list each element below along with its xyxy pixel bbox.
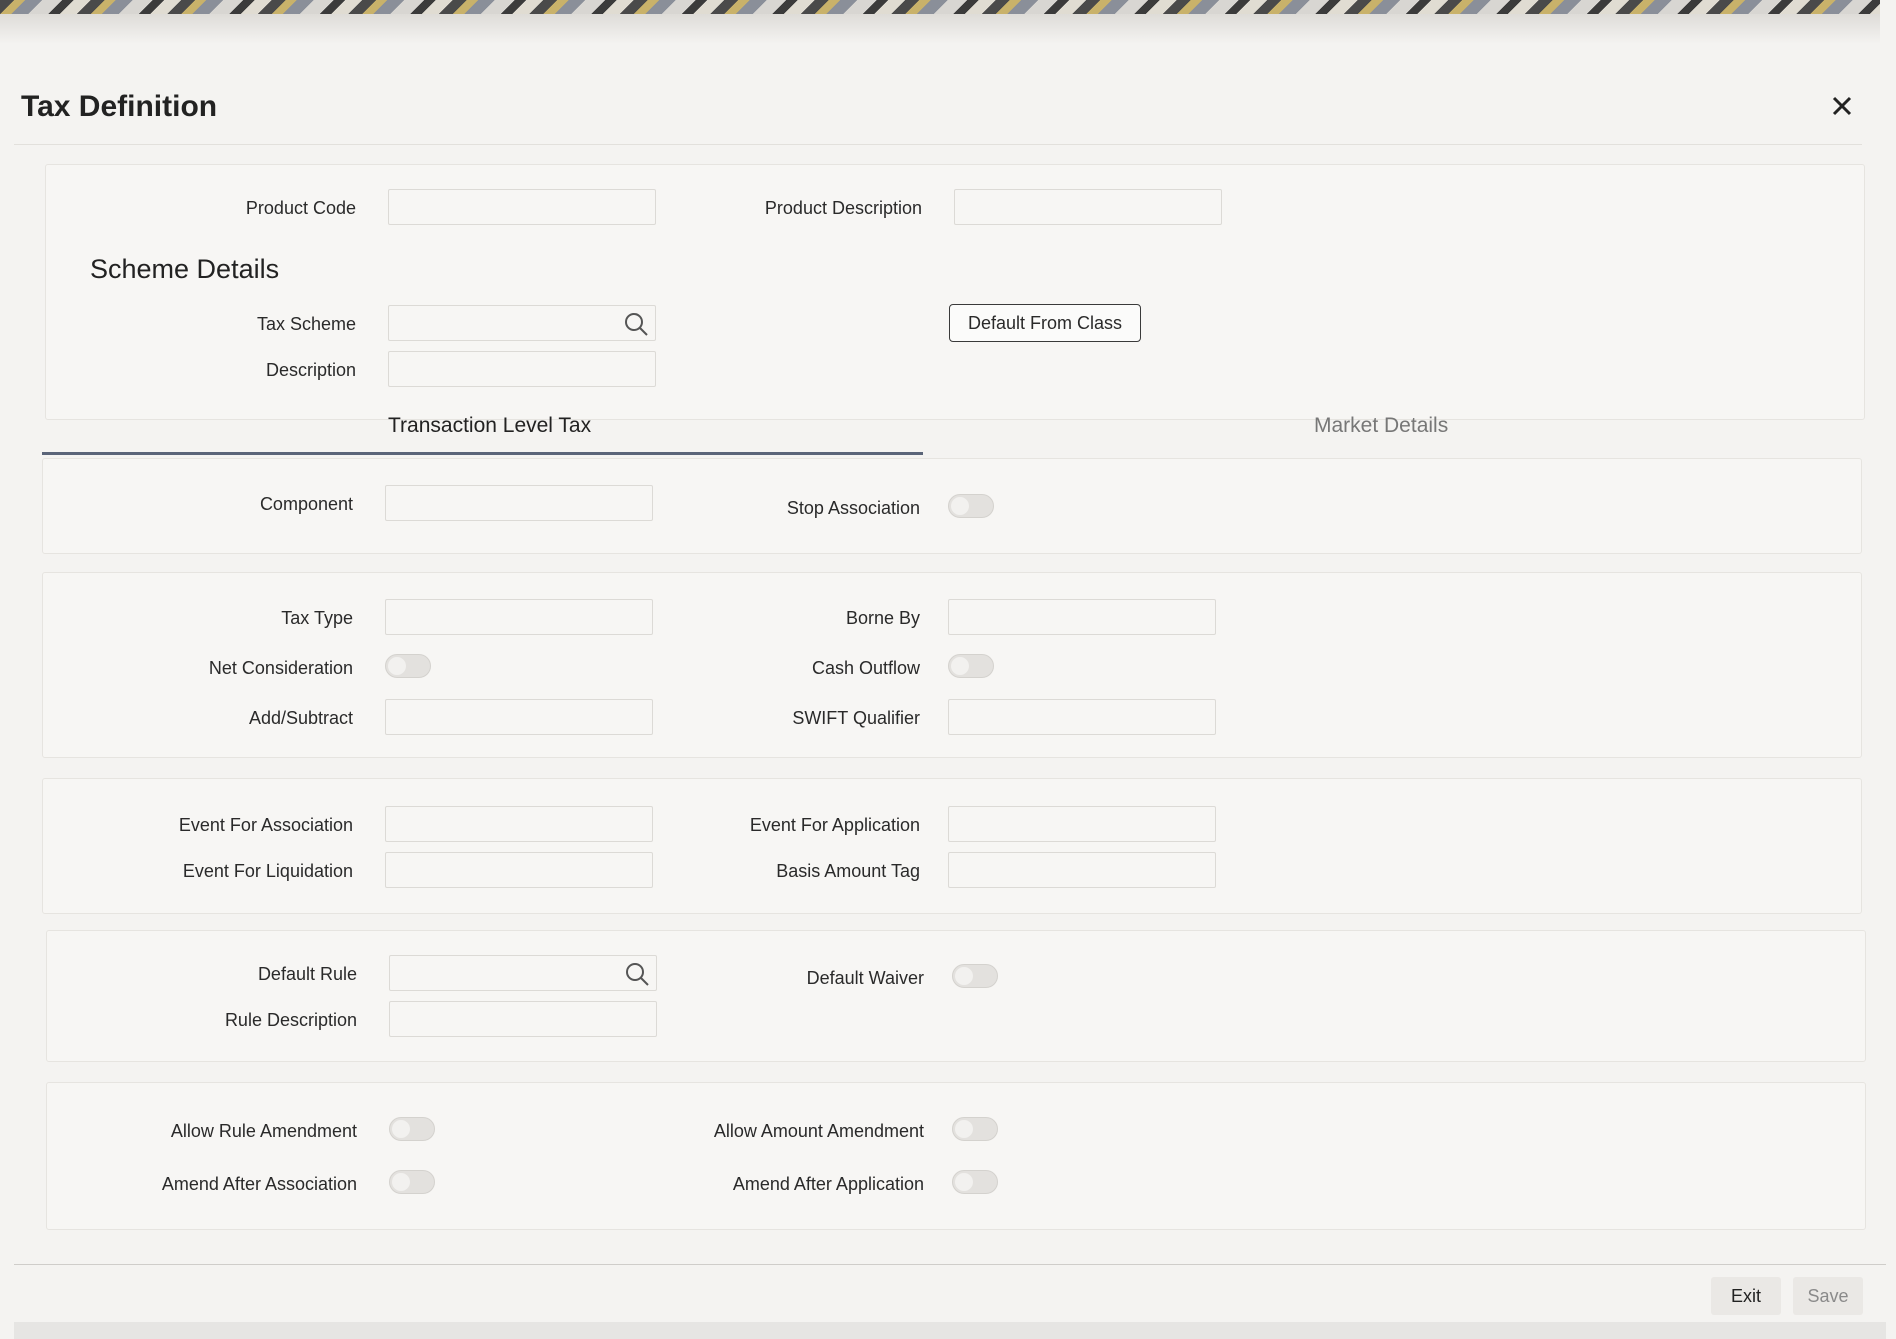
default-from-class-button[interactable]: Default From Class bbox=[949, 304, 1141, 342]
product-code-label: Product Code bbox=[245, 198, 356, 218]
event-for-liquidation-label: Event For Liquidation bbox=[182, 861, 353, 881]
component-input[interactable] bbox=[386, 486, 652, 520]
amend-after-association-label: Amend After Association bbox=[161, 1174, 357, 1194]
allow-rule-amendment-label: Allow Rule Amendment bbox=[170, 1121, 357, 1141]
net-consideration-label: Net Consideration bbox=[208, 658, 353, 678]
add-subtract-label: Add/Subtract bbox=[248, 708, 353, 728]
allow-amount-amendment-label: Allow Amount Amendment bbox=[713, 1121, 924, 1141]
tax-type-field[interactable] bbox=[385, 599, 653, 635]
footer-divider bbox=[14, 1264, 1886, 1265]
active-tab-underline bbox=[42, 452, 923, 455]
close-icon[interactable] bbox=[1828, 92, 1856, 120]
search-icon[interactable] bbox=[624, 961, 650, 987]
event-for-association-field[interactable] bbox=[385, 806, 653, 842]
default-rule-input[interactable] bbox=[390, 956, 656, 990]
basis-amount-tag-field[interactable] bbox=[948, 852, 1216, 888]
tax-type-label: Tax Type bbox=[281, 608, 353, 628]
page-title: Tax Definition bbox=[21, 90, 218, 123]
event-for-application-field[interactable] bbox=[948, 806, 1216, 842]
event-panel bbox=[42, 778, 1862, 914]
swift-qualifier-label: SWIFT Qualifier bbox=[792, 708, 920, 728]
rule-description-input[interactable] bbox=[390, 1002, 656, 1036]
tax-scheme-input[interactable] bbox=[389, 306, 655, 340]
event-for-application-input[interactable] bbox=[949, 807, 1215, 841]
product-code-field[interactable] bbox=[388, 189, 656, 225]
add-subtract-field[interactable] bbox=[385, 699, 653, 735]
header-banner-fade bbox=[0, 14, 1880, 44]
save-button[interactable]: Save bbox=[1793, 1277, 1863, 1315]
allow-amount-amendment-toggle[interactable] bbox=[952, 1117, 998, 1141]
stop-association-toggle[interactable] bbox=[948, 494, 994, 518]
event-for-liquidation-field[interactable] bbox=[385, 852, 653, 888]
cash-outflow-label: Cash Outflow bbox=[811, 658, 920, 678]
product-description-input[interactable] bbox=[955, 190, 1221, 224]
default-rule-field[interactable] bbox=[389, 955, 657, 991]
cash-outflow-toggle[interactable] bbox=[948, 654, 994, 678]
exit-button[interactable]: Exit bbox=[1711, 1277, 1781, 1315]
borne-by-field[interactable] bbox=[948, 599, 1216, 635]
net-consideration-toggle[interactable] bbox=[385, 654, 431, 678]
tax-type-input[interactable] bbox=[386, 600, 652, 634]
event-for-application-label: Event For Application bbox=[749, 815, 920, 835]
title-divider bbox=[14, 144, 1862, 145]
amend-after-application-toggle[interactable] bbox=[952, 1170, 998, 1194]
scheme-details-heading: Scheme Details bbox=[90, 254, 280, 284]
stop-association-label: Stop Association bbox=[786, 498, 920, 518]
amend-panel bbox=[46, 1082, 1866, 1230]
search-icon[interactable] bbox=[623, 311, 649, 337]
product-description-field[interactable] bbox=[954, 189, 1222, 225]
description-input[interactable] bbox=[389, 352, 655, 386]
tax-scheme-label: Tax Scheme bbox=[256, 314, 356, 334]
component-label: Component bbox=[259, 494, 353, 514]
default-waiver-label: Default Waiver bbox=[806, 968, 924, 988]
tab-transaction-level-tax[interactable]: Transaction Level Tax bbox=[388, 414, 591, 438]
tab-market-details[interactable]: Market Details bbox=[1314, 414, 1448, 438]
rule-description-label: Rule Description bbox=[224, 1010, 357, 1030]
event-for-association-label: Event For Association bbox=[178, 815, 353, 835]
amend-after-application-label: Amend After Application bbox=[732, 1174, 924, 1194]
component-field[interactable] bbox=[385, 485, 653, 521]
header-banner bbox=[0, 0, 1880, 14]
event-for-liquidation-input[interactable] bbox=[386, 853, 652, 887]
default-rule-label: Default Rule bbox=[257, 964, 357, 984]
allow-rule-amendment-toggle[interactable] bbox=[389, 1117, 435, 1141]
rule-panel bbox=[46, 930, 1866, 1062]
borne-by-input[interactable] bbox=[949, 600, 1215, 634]
tax-scheme-field[interactable] bbox=[388, 305, 656, 341]
bottom-strip bbox=[14, 1322, 1886, 1339]
swift-qualifier-field[interactable] bbox=[948, 699, 1216, 735]
description-field[interactable] bbox=[388, 351, 656, 387]
event-for-association-input[interactable] bbox=[386, 807, 652, 841]
add-subtract-input[interactable] bbox=[386, 700, 652, 734]
description-label: Description bbox=[265, 360, 356, 380]
amend-after-association-toggle[interactable] bbox=[389, 1170, 435, 1194]
product-code-input[interactable] bbox=[389, 190, 655, 224]
swift-qualifier-input[interactable] bbox=[949, 700, 1215, 734]
basis-amount-tag-input[interactable] bbox=[949, 853, 1215, 887]
product-description-label: Product Description bbox=[764, 198, 922, 218]
borne-by-label: Borne By bbox=[845, 608, 920, 628]
rule-description-field[interactable] bbox=[389, 1001, 657, 1037]
basis-amount-tag-label: Basis Amount Tag bbox=[776, 861, 920, 881]
default-waiver-toggle[interactable] bbox=[952, 964, 998, 988]
